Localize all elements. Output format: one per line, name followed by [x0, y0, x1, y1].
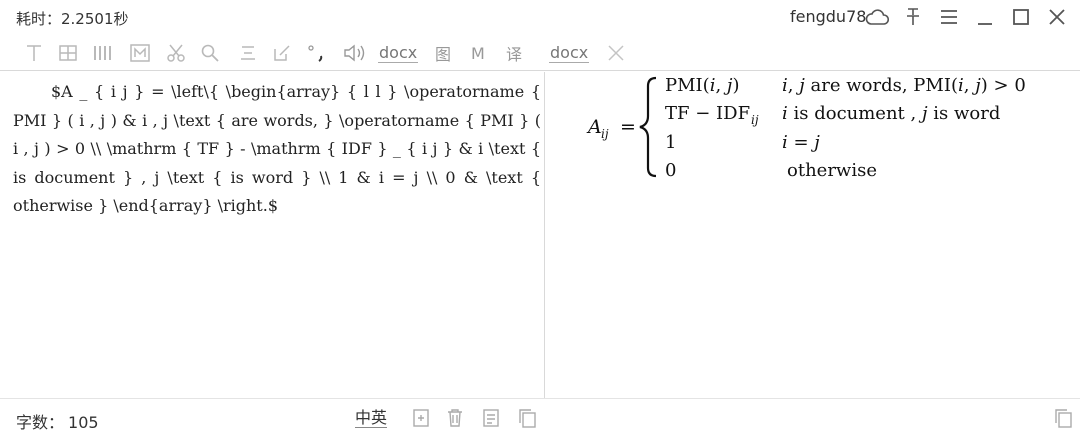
word-count-value: 105	[68, 413, 99, 432]
trash-icon[interactable]	[444, 407, 466, 429]
row2-left-subscript: ij	[751, 113, 759, 127]
lhs-subscript: ij	[601, 127, 609, 141]
row1-left: PMI(i, j)	[665, 75, 740, 96]
row4-left: 0	[665, 160, 676, 181]
word-count: 字数： 105	[16, 409, 99, 433]
align-icon[interactable]	[236, 40, 260, 66]
clear-icon[interactable]	[604, 40, 628, 66]
formula-preview: A ij = PMI(i, j) i, j are words, PMI(i, …	[546, 72, 1080, 398]
lhs-base: A	[586, 116, 602, 138]
pin-icon[interactable]	[900, 4, 926, 30]
add-page-icon[interactable]	[410, 407, 432, 429]
text-tool-icon[interactable]	[22, 40, 46, 66]
status-bar: 字数： 105 中英	[0, 398, 1080, 436]
table-icon[interactable]	[56, 40, 80, 66]
cloud-icon[interactable]	[864, 4, 890, 30]
row3-right: i = j	[782, 132, 820, 153]
word-count-label: 字数：	[16, 413, 65, 432]
docx-label-2: docx	[549, 42, 590, 63]
elapsed-time-text: 耗时：2.2501秒	[16, 10, 129, 28]
row2-left: TF − IDF	[665, 103, 750, 124]
row3-left: 1	[665, 132, 676, 153]
latex-source-text[interactable]: $A _ { i j } = \left\{ \begin{array} { l…	[13, 78, 541, 221]
copy-result-icon[interactable]	[1052, 407, 1074, 429]
docx-export-button[interactable]: docx	[378, 40, 419, 66]
window-controls	[864, 4, 1070, 30]
equals-sign: =	[620, 116, 636, 138]
username[interactable]: fengdu78	[790, 7, 866, 26]
docx-export-button-2[interactable]: docx	[549, 40, 590, 66]
latex-editor[interactable]: $A _ { i j } = \left\{ \begin{array} { l…	[0, 72, 545, 398]
edit-icon[interactable]	[270, 40, 294, 66]
scissors-icon[interactable]	[164, 40, 188, 66]
left-brace-icon	[639, 76, 657, 178]
translate-button[interactable]: 译	[506, 40, 522, 66]
toolbar: docx 图 M 译 docx	[0, 36, 1080, 71]
markdown-button[interactable]: M	[471, 40, 485, 66]
speaker-icon[interactable]	[340, 40, 370, 66]
language-toggle[interactable]: 中英	[355, 408, 388, 428]
docx-label: docx	[378, 42, 419, 63]
math-mode-icon[interactable]	[128, 40, 152, 66]
maximize-icon[interactable]	[1008, 4, 1034, 30]
menu-icon[interactable]	[936, 4, 962, 30]
minimize-icon[interactable]	[972, 4, 998, 30]
document-icon[interactable]	[480, 407, 502, 429]
columns-icon[interactable]	[90, 40, 116, 66]
image-button[interactable]: 图	[435, 40, 451, 66]
degree-comma-icon[interactable]	[304, 40, 328, 66]
formula-render: A ij = PMI(i, j) i, j are words, PMI(i, …	[586, 75, 1026, 181]
row1-right: i, j are words, PMI(i, j) > 0	[782, 75, 1026, 96]
close-icon[interactable]	[1044, 4, 1070, 30]
row4-right: otherwise	[787, 160, 877, 181]
copy-icon[interactable]	[516, 407, 538, 429]
title-bar: 耗时：2.2501秒 fengdu78	[0, 0, 1080, 34]
search-icon[interactable]	[198, 40, 222, 66]
row2-right: i is document , j is word	[782, 103, 1000, 124]
